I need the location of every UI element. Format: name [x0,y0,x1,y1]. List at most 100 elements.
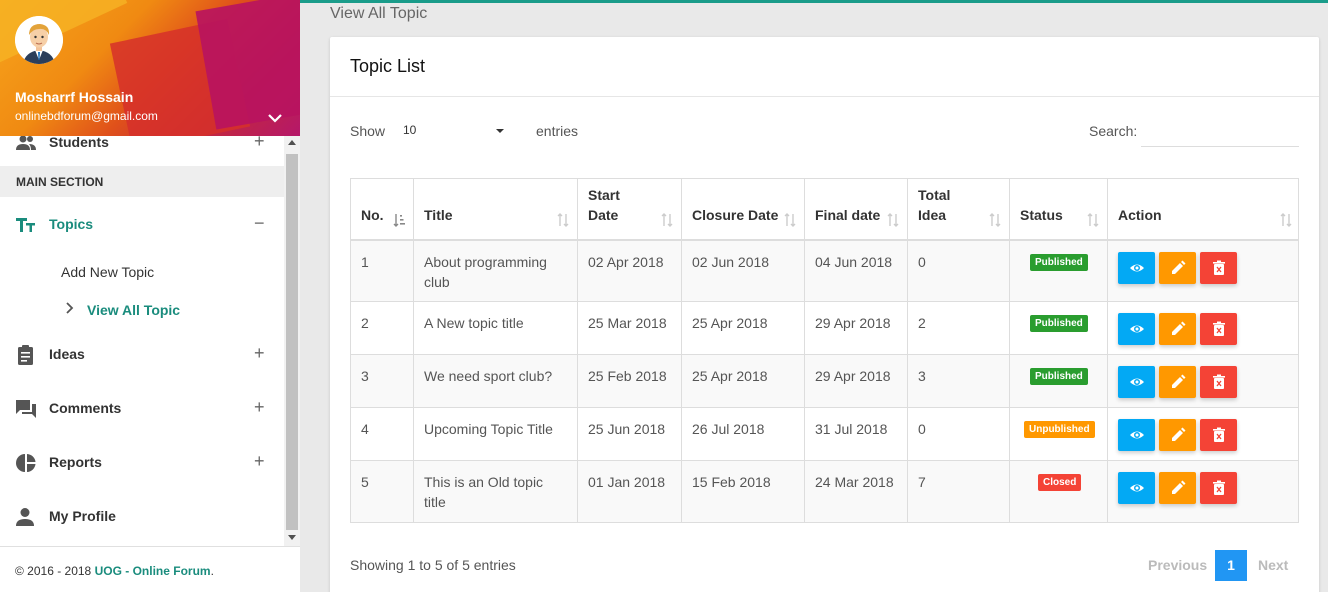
cell-title: This is an Old topic title [414,461,578,522]
page-title: View All Topic [330,5,428,22]
cell-action [1108,302,1300,354]
sidebar-item-topics[interactable]: Topics − [0,205,284,245]
expand-icon[interactable]: + [254,343,265,364]
column-header-title[interactable]: Title [414,179,578,239]
pagination-page-1[interactable]: 1 [1215,550,1247,581]
column-header-final-date[interactable]: Final date [805,179,908,239]
sidebar-item-label: Topics [49,216,94,232]
delete-button[interactable] [1200,313,1237,345]
copyright: © 2016 - 2018 UOG - Online Forum. [15,564,214,578]
cell-text: 25 Feb 2018 [588,368,667,384]
trash-icon [1213,374,1225,389]
delete-button[interactable] [1200,252,1237,284]
sidebar-item-students[interactable]: Students + [0,136,284,163]
sidebar-item-my-profile[interactable]: My Profile [0,497,284,537]
view-button[interactable] [1118,252,1155,284]
column-header-label: No. [361,207,384,223]
edit-button[interactable] [1159,252,1196,284]
scroll-up-icon[interactable] [288,140,296,145]
column-header-action[interactable]: Action [1108,179,1300,239]
section-header-label: MAIN SECTION [16,175,104,189]
cell-text: 0 [918,254,926,270]
pagination-next[interactable]: Next [1258,557,1288,573]
view-button[interactable] [1118,472,1155,504]
cell-text: About programming club [424,254,547,290]
cell-action [1108,241,1300,301]
expand-icon[interactable]: + [254,451,265,472]
trash-icon [1213,260,1225,275]
expand-icon[interactable]: + [254,136,265,152]
sidebar-item-reports[interactable]: Reports + [0,443,284,483]
sidebar-item-label: Comments [49,400,122,416]
sidebar-item-label: Students [49,136,109,150]
status-badge: Published [1030,368,1088,385]
sidebar-scrollbar[interactable] [284,136,300,546]
sidebar-item-ideas[interactable]: Ideas + [0,335,284,375]
cell-text: 31 Jul 2018 [815,421,888,437]
cell-final-date: 04 Jun 2018 [805,241,908,301]
column-header-no[interactable]: No. [351,179,414,239]
sort-icon[interactable] [1087,213,1099,227]
cell-start-date: 25 Mar 2018 [578,302,682,354]
column-header-status[interactable]: Status [1010,179,1108,239]
view-button[interactable] [1118,366,1155,398]
entries-label: entries [536,123,579,139]
table-row: 5 This is an Old topic title 01 Jan 2018 15… [351,461,1298,522]
cell-text: 25 Apr 2018 [692,368,768,384]
expand-icon[interactable]: + [254,397,265,418]
delete-button[interactable] [1200,472,1237,504]
cell-text: 29 Apr 2018 [815,368,891,384]
cell-text: 29 Apr 2018 [815,315,891,331]
entries-select[interactable]: 10 [400,117,510,145]
cell-text: This is an Old topic title [424,474,544,510]
sort-icon[interactable] [887,213,899,227]
table-row: 3 We need sport club? 25 Feb 2018 25 Apr 20… [351,355,1298,408]
delete-button[interactable] [1200,419,1237,451]
user-header: Mosharrf Hossain onlinebdforum@gmail.com [0,0,300,136]
delete-button[interactable] [1200,366,1237,398]
edit-button[interactable] [1159,472,1196,504]
view-button[interactable] [1118,419,1155,451]
cell-title: We need sport club? [414,355,578,407]
avatar[interactable] [15,16,63,64]
sort-ascending-icon[interactable] [393,213,405,227]
pagination-previous[interactable]: Previous [1148,557,1207,573]
cell-final-date: 31 Jul 2018 [805,408,908,460]
cell-status: Unpublished [1010,408,1108,460]
status-badge: Published [1030,254,1088,271]
status-badge: Published [1030,315,1088,332]
column-header-total-idea[interactable]: Total Idea [908,179,1010,239]
sort-icon[interactable] [989,213,1001,227]
column-header-closure-date[interactable]: Closure Date [682,179,805,239]
edit-button[interactable] [1159,366,1196,398]
search-input[interactable] [1141,117,1299,147]
cell-text: 04 Jun 2018 [815,254,893,270]
cell-text: 01 Jan 2018 [588,474,666,490]
sort-icon[interactable] [661,213,673,227]
chevron-down-icon[interactable] [267,111,283,125]
sidebar-item-label: Ideas [49,346,85,362]
edit-button[interactable] [1159,419,1196,451]
sort-icon[interactable] [784,213,796,227]
cell-final-date: 24 Mar 2018 [805,461,908,522]
view-button[interactable] [1118,313,1155,345]
text-fields-icon [16,218,35,232]
cell-total-idea: 0 [908,241,1010,301]
sub-item-view-all-topic[interactable]: View All Topic [87,302,180,318]
pencil-icon [1172,427,1186,441]
footer-brand-link[interactable]: UOG - Online Forum [95,564,211,578]
pencil-icon [1172,374,1186,388]
scroll-down-icon[interactable] [288,535,296,540]
scrollbar-thumb[interactable] [286,154,298,530]
column-header-start-date[interactable]: Start Date [578,179,682,239]
sort-icon[interactable] [557,213,569,227]
sort-icon[interactable] [1280,213,1292,227]
column-header-label: Final date [815,207,881,223]
sub-item-add-new-topic[interactable]: Add New Topic [61,264,154,280]
collapse-icon[interactable]: − [254,213,265,234]
column-header-label: Closure Date [692,207,779,223]
card-header: Topic List [330,37,1319,97]
cell-text: 25 Mar 2018 [588,315,667,331]
sidebar-item-comments[interactable]: Comments + [0,389,284,429]
edit-button[interactable] [1159,313,1196,345]
